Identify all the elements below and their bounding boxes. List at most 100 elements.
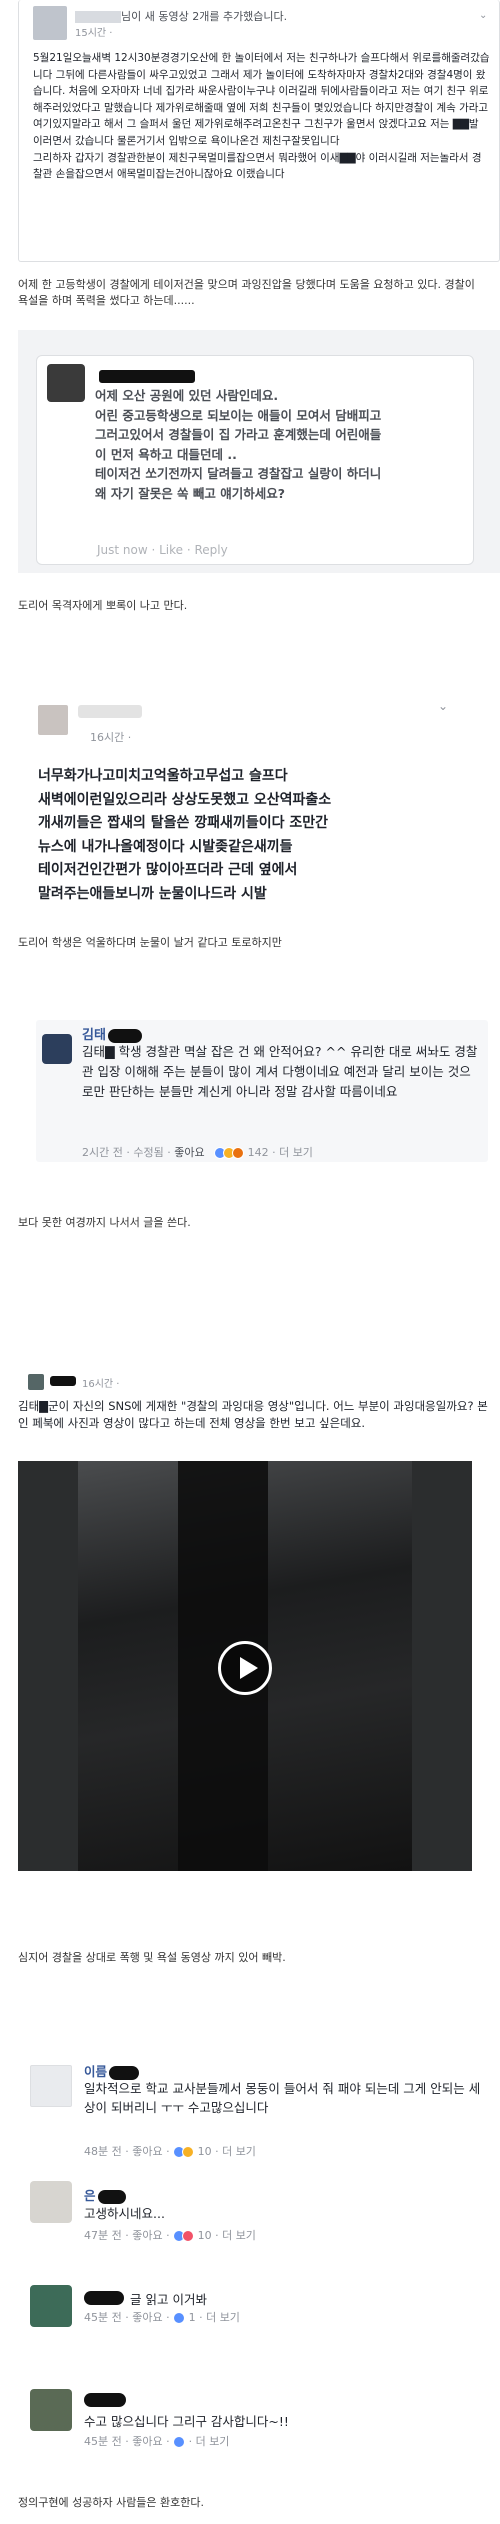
comment-meta[interactable]: 48분 전 · 좋아요 · [84,2145,170,2158]
comment-body: 글 읽고 이거봐 [130,2292,207,2307]
play-triangle [240,1657,258,1679]
chevron-down-icon[interactable]: ⌄ [479,10,487,21]
post-time[interactable]: 16시간 · [82,1375,119,1390]
commenter-name[interactable] [84,2289,124,2305]
post-line: 개새끼들은 짭새의 탈을쓴 깡패새끼들이다 조만간 [38,815,328,831]
more-link[interactable]: · 더 보기 [199,2311,240,2324]
comment-actions: 48분 전 · 좋아요 · 10 · 더 보기 [84,2143,256,2159]
comment-meta[interactable]: 45분 전 · 좋아요 · [84,2311,170,2324]
comment-item: 수고 많으십니다 그리구 감사합니다~!! 45분 전 · 좋아요 · · 더 … [18,2385,500,2455]
commenter-name-text: 이름 [84,2064,108,2079]
comment-actions: 2시간 전 · 수정됨 · 좋아요 142 · 더 보기 [82,1144,313,1160]
post-card-1: 님이 새 동영상 2개를 추가했습니다. 15시간 · ⌄ 5월21일오늘새벽 … [18,0,500,262]
commenter-name[interactable] [84,2391,126,2407]
comment-body: 일차적으로 학교 교사분들께서 몽둥이 들어서 줘 패야 되는데 그게 안되는 … [84,2081,481,2115]
like-reaction-icon [173,2312,186,2324]
reactions[interactable] [173,2312,186,2324]
comment-meta[interactable]: 45분 전 · 좋아요 · [84,2435,170,2448]
reactions[interactable] [173,2436,186,2448]
post-line: 새벽에이런일있으리라 상상도못했고 오산역파출소 [38,791,332,808]
reactions[interactable] [173,2146,195,2158]
angry-reaction-icon [232,1147,245,1159]
post-body: 너무화가나고미치고억울하고무섭고 슬프다 새벽에이런일있으리라 상상도못했고 오… [38,765,478,906]
comments-list: 이름 일차적으로 학교 교사분들께서 몽둥이 들어서 줘 패야 되는데 그게 안… [18,2055,500,2475]
commenter-name[interactable]: 이름 [84,2061,140,2080]
redaction-mark [84,2290,124,2305]
reaction-count: 1 [188,2311,196,2324]
post-body: 김태▇군이 자신의 SNS에 게재한 "경찰의 과잉대응 영상"입니다. 어느 … [18,1399,488,1430]
avatar[interactable] [38,705,68,735]
post-line: 말려주는애들보니까 눈물이나드라 시발 [38,885,267,902]
chevron-down-icon[interactable]: ⌄ [438,699,448,713]
post-body: 5월21일오늘새벽 12시30분경경기오산에 한 놀이터에서 저는 친구하나가 … [33,52,490,181]
post-time[interactable]: 15시간 · [75,24,112,39]
reaction-count: 10 [197,2145,212,2158]
author-name-blurred[interactable] [75,11,121,23]
post-line: 너무화가나고미치고억울하고무섭고 슬프다 [38,768,288,784]
commenter-name[interactable]: 은 [84,2185,126,2204]
caption-6: 정의구현에 성공하자 사람들은 환호한다. [18,2496,205,2509]
post-line: 뉴스에 내가나올예정이다 시발좆같은새끼들 [38,838,293,855]
more-link[interactable]: · 더 보기 [215,2229,256,2242]
like-link[interactable]: 좋아요 [174,1146,204,1159]
redaction-mark [107,1028,142,1043]
reaction-count: 142 [247,1146,269,1159]
reaction-count: 10 [197,2229,212,2242]
comment-actions: 45분 전 · 좋아요 · · 더 보기 [84,2433,229,2449]
commenter-name-text: 김태 [82,1028,106,1043]
comment-line: 어제 오산 공원에 있던 사람인데요. [95,388,279,403]
more-link[interactable]: · 더 보기 [272,1146,313,1159]
more-link[interactable]: · 더 보기 [215,2145,256,2158]
video-player[interactable] [18,1461,472,1871]
caption-1: 어제 한 고등학생이 경찰에게 테이저건을 맞으며 과잉진압을 당했다며 도움을… [18,278,475,307]
comment-item: 글 읽고 이거봐 45분 전 · 좋아요 · 1 · 더 보기 [18,2285,500,2345]
comment-body: 수고 많으십니다 그리구 감사합니다~!! [84,2414,289,2429]
avatar[interactable] [30,2285,72,2327]
comment-actions: 47분 전 · 좋아요 · 10 · 더 보기 [84,2227,256,2243]
avatar[interactable] [47,364,85,402]
comment-line: 어린 중고등학생으로 되보이는 애들이 모여서 담배피고 [95,407,382,423]
redaction-mark [109,2065,140,2080]
commenter-name-text: 은 [84,2188,96,2203]
avatar[interactable] [33,6,67,40]
post-header: 님이 새 동영상 2개를 추가했습니다. [75,8,287,24]
comment-actions[interactable]: Just now · Like · Reply [97,543,228,557]
comment-body: 어제 오산 공원에 있던 사람인데요. 어린 중고등학생으로 되보이는 애들이 … [95,386,467,503]
more-link[interactable]: · 더 보기 [189,2435,230,2448]
commenter-name[interactable]: 김태 [82,1024,142,1043]
avatar[interactable] [30,2065,72,2107]
comment-body: 고생하시네요... [84,2206,165,2221]
redaction-mark [97,2189,126,2204]
caption-5: 심지어 경찰을 상대로 폭행 및 욕설 동영상 까지 있어 빼박. [18,1951,286,1964]
comment-actions: 45분 전 · 좋아요 · 1 · 더 보기 [84,2309,240,2325]
commenter-name-redacted[interactable] [99,370,195,383]
avatar[interactable] [28,1374,44,1390]
post-time[interactable]: 16시간 · [90,729,131,745]
comment-body: 김태▇ 학생 경찰관 멱살 잡은 건 왜 안적어요? ^^ 유리한 대로 써놔도… [82,1044,478,1099]
haha-reaction-icon [182,2146,195,2158]
avatar[interactable] [30,2389,72,2431]
like-reaction-icon [173,2436,186,2448]
reactions[interactable] [173,2230,195,2242]
love-reaction-icon [182,2230,195,2242]
post-card-3: 16시간 · 김태▇군이 자신의 SNS에 게재한 "경찰의 과잉대응 영상"입… [18,1370,500,1945]
avatar[interactable] [42,1034,72,1064]
avatar[interactable] [30,2181,72,2223]
comment-meta[interactable]: 47분 전 · 좋아요 · [84,2229,170,2242]
post-card-2: 16시간 · ⌄ 너무화가나고미치고억울하고무섭고 슬프다 새벽에이런일있으리라… [38,695,478,917]
comment-item: 이름 일차적으로 학교 교사분들께서 몽둥이 들어서 줘 패야 되는데 그게 안… [18,2055,500,2158]
author-name-redacted[interactable] [78,705,142,718]
redaction-mark [84,2392,126,2407]
comment-line: 테이저건 쏘기전까지 달려들고 경찰잡고 실랑이 하더니 [95,466,382,481]
author-name-redacted[interactable] [50,1376,76,1386]
post-author-action: 님이 새 동영상 2개를 추가했습니다. [121,10,288,23]
play-button-icon[interactable] [218,1641,272,1695]
comment-line: 이 먼저 욕하고 대들던데 .. [95,446,237,462]
comment-card-1: 어제 오산 공원에 있던 사람인데요. 어린 중고등학생으로 되보이는 애들이 … [36,355,474,565]
caption-2: 도리어 목격자에게 뽀록이 나고 만다. [18,599,188,612]
reactions[interactable] [214,1147,245,1159]
comment-item: 은 고생하시네요... 47분 전 · 좋아요 · 10 · 더 보기 [18,2181,500,2243]
comment-line: 왜 자기 잘못은 쏙 빼고 얘기하세요? [95,485,286,501]
comment-card-2: 김태 김태▇ 학생 경찰관 멱살 잡은 건 왜 안적어요? ^^ 유리한 대로 … [36,1020,488,1162]
caption-3: 도리어 학생은 억울하다며 눈물이 날거 같다고 토로하지만 [18,936,282,949]
